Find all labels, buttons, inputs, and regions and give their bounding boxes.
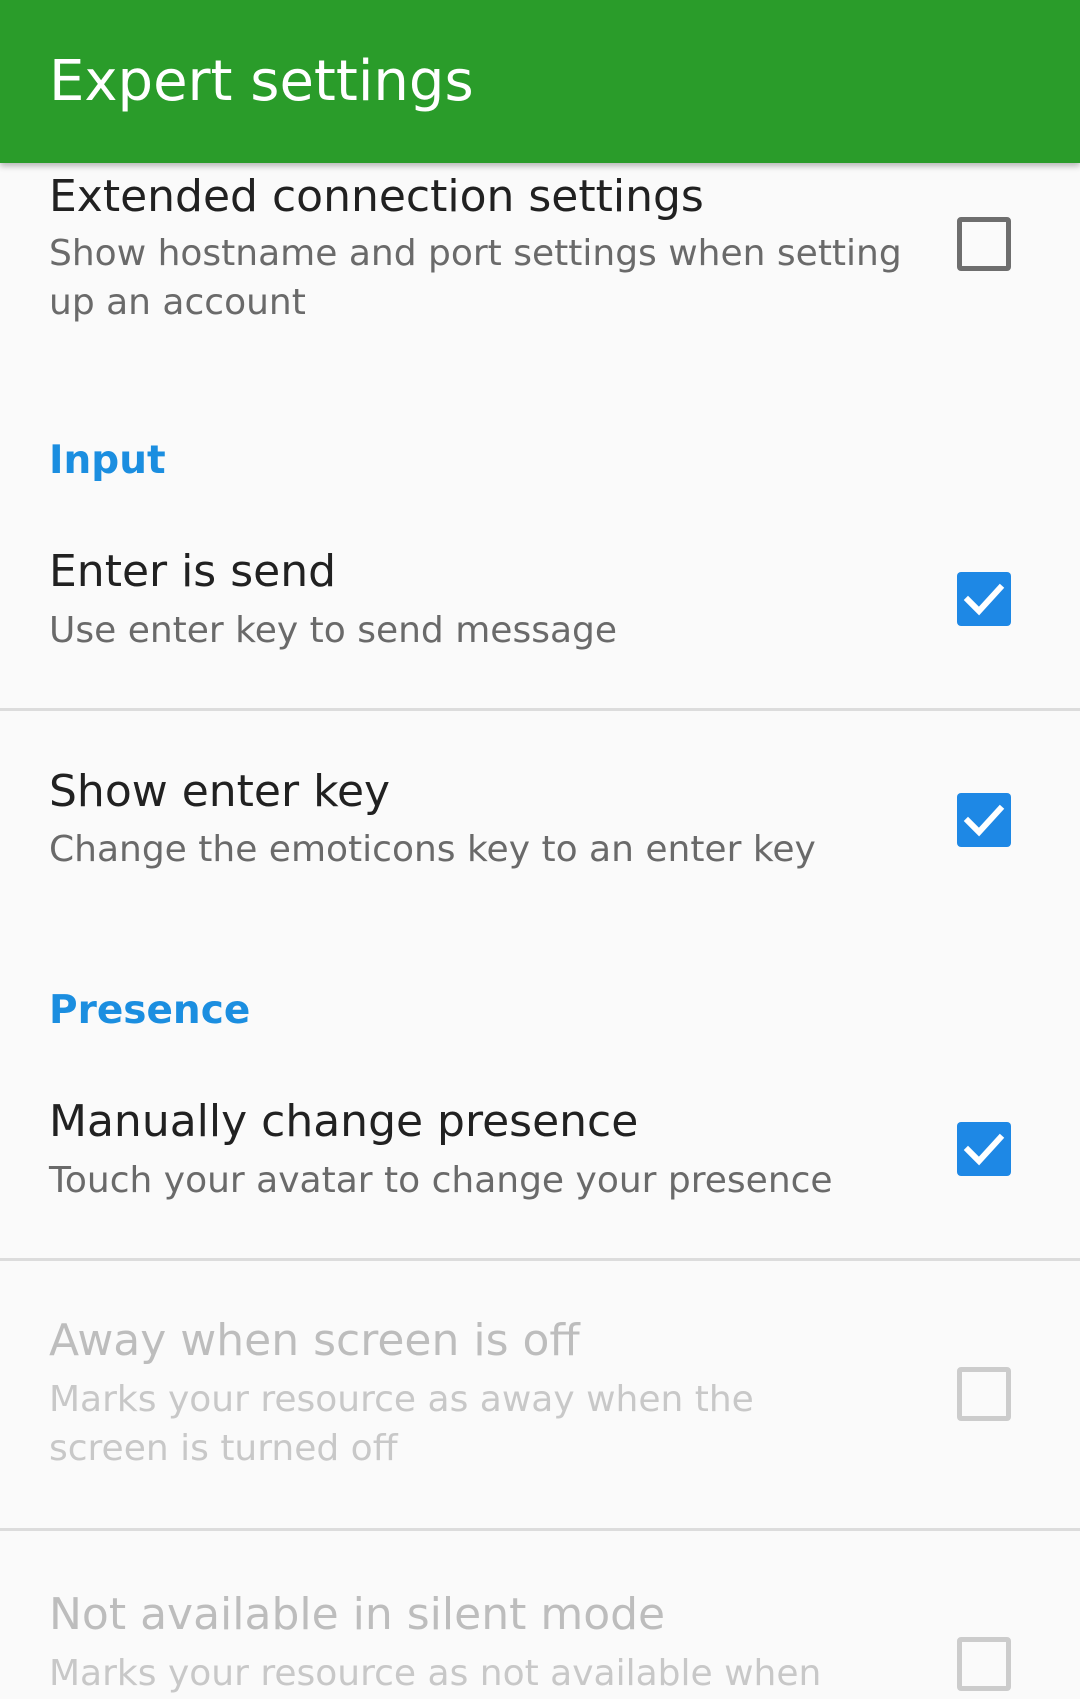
enter-is-send-checkbox[interactable]	[957, 572, 1011, 626]
pref-show-enter-key[interactable]: Show enter key Change the emoticons key …	[0, 711, 1080, 931]
app-bar: Expert settings	[0, 0, 1080, 163]
pref-title: Manually change presence	[49, 1096, 639, 1147]
not-available-silent-checkbox[interactable]	[957, 1637, 1011, 1691]
checkmark-icon	[963, 583, 1005, 616]
pref-away-when-screen-off[interactable]: Away when screen is off Marks your resou…	[0, 1261, 1080, 1528]
pref-title: Extended connection settings	[49, 171, 704, 222]
pref-title: Away when screen is off	[49, 1315, 580, 1366]
pref-not-available-in-silent-mode[interactable]: Not available in silent mode Marks your …	[0, 1531, 1080, 1699]
show-enter-key-checkbox[interactable]	[957, 793, 1011, 847]
pref-summary: Touch your avatar to change your presenc…	[49, 1160, 833, 1201]
manually-change-presence-checkbox[interactable]	[957, 1122, 1011, 1176]
pref-summary: Marks your resource as away when the scr…	[49, 1379, 754, 1469]
pref-extended-connection-settings[interactable]: Extended connection settings Show hostna…	[0, 163, 1080, 393]
settings-list: Extended connection settings Show hostna…	[0, 0, 1080, 1699]
pref-title: Show enter key	[49, 766, 391, 817]
pref-title: Not available in silent mode	[49, 1589, 666, 1640]
pref-summary: Show hostname and port settings when set…	[49, 233, 902, 323]
pref-title: Enter is send	[49, 546, 337, 597]
pref-manually-change-presence[interactable]: Manually change presence Touch your avat…	[0, 1070, 1080, 1258]
away-when-screen-off-checkbox[interactable]	[957, 1367, 1011, 1421]
pref-summary: Change the emoticons key to an enter key	[49, 829, 816, 870]
pref-enter-is-send[interactable]: Enter is send Use enter key to send mess…	[0, 520, 1080, 708]
category-input: Input	[49, 438, 166, 483]
checkmark-icon	[963, 804, 1005, 837]
category-presence: Presence	[49, 988, 251, 1033]
pref-summary: Use enter key to send message	[49, 610, 618, 651]
checkmark-icon	[963, 1133, 1005, 1166]
pref-summary: Marks your resource as not available whe…	[49, 1653, 822, 1694]
extended-connection-checkbox[interactable]	[957, 217, 1011, 271]
page-title: Expert settings	[49, 49, 474, 114]
